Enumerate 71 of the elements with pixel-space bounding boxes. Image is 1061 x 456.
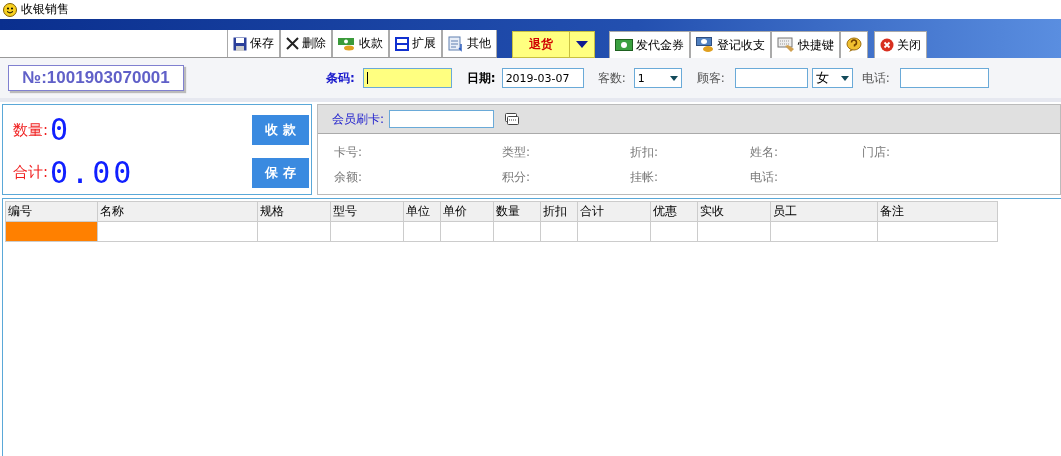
keyboard-icon xyxy=(777,37,795,53)
toolbar-button[interactable]: 保存 xyxy=(227,30,280,57)
column-header: 优惠 xyxy=(650,201,698,222)
member-field-label: 电话: xyxy=(750,169,780,186)
toolbar-button[interactable]: 扩展 xyxy=(389,30,442,57)
caret-icon xyxy=(576,41,588,48)
phone-field[interactable] xyxy=(899,68,989,88)
list-icon xyxy=(395,36,409,51)
window-title: 收银销售 xyxy=(21,1,69,18)
barcode-label: 条码: xyxy=(326,69,355,87)
column-header: 合计 xyxy=(577,201,651,222)
table-cell xyxy=(540,221,578,242)
banknote-icon xyxy=(615,39,633,51)
toolbar-button[interactable]: 其他 xyxy=(442,30,497,57)
close-icon xyxy=(286,37,299,50)
cash-icon xyxy=(338,36,356,51)
order-number: №:1001903070001 xyxy=(8,65,184,91)
member-field-label: 类型: xyxy=(502,144,532,161)
quantity-label: 数量: xyxy=(13,120,49,140)
member-field-label: 折扣: xyxy=(630,144,660,161)
table-cell xyxy=(650,221,698,242)
smiley-icon xyxy=(3,2,17,17)
save-button[interactable]: 保 存 xyxy=(252,157,309,188)
toolbar-button[interactable]: 登记收支 xyxy=(690,31,771,58)
column-header: 单价 xyxy=(440,201,494,222)
gender-select[interactable]: 女 xyxy=(811,68,853,88)
coins-icon xyxy=(696,37,714,53)
table-cell xyxy=(493,221,541,242)
column-header: 规格 xyxy=(257,201,331,222)
guests-select[interactable]: 1 xyxy=(633,68,682,88)
quantity-display: 0 xyxy=(50,115,72,146)
column-header: 数量 xyxy=(493,201,541,222)
member-field-label: 积分: xyxy=(502,169,532,186)
toolbar-button[interactable]: 收款 xyxy=(332,30,389,57)
total-display: 0.00 xyxy=(50,157,135,188)
close-icon xyxy=(880,38,894,52)
toolbar-button[interactable]: 快捷键 xyxy=(771,31,840,58)
customer-label: 顾客: xyxy=(696,69,725,87)
column-header: 名称 xyxy=(97,201,258,222)
document-icon xyxy=(448,35,464,52)
column-header: 实收 xyxy=(697,201,771,222)
date-field[interactable]: 2019-03-07 xyxy=(501,68,584,88)
collect-button[interactable]: 收 款 xyxy=(252,115,309,146)
help-icon xyxy=(846,37,862,53)
total-label: 合计: xyxy=(13,163,49,183)
phone-label: 电话: xyxy=(861,69,890,87)
column-header: 编号 xyxy=(5,201,98,222)
member-field-label: 卡号: xyxy=(334,144,364,161)
member-field-label: 姓名: xyxy=(750,144,780,161)
card-icon xyxy=(505,113,520,125)
barcode-field[interactable] xyxy=(362,68,452,88)
help-button[interactable] xyxy=(840,31,868,58)
table-cell[interactable] xyxy=(5,221,98,242)
member-field-label: 门店: xyxy=(862,144,892,161)
column-header: 折扣 xyxy=(540,201,578,222)
column-header: 型号 xyxy=(330,201,404,222)
table-cell xyxy=(403,221,441,242)
guests-label: 客数: xyxy=(597,69,626,87)
table-cell xyxy=(440,221,494,242)
column-header: 员工 xyxy=(770,201,878,222)
member-field-label: 挂帐: xyxy=(630,169,660,186)
toolbar-button[interactable]: 发代金券 xyxy=(609,31,690,58)
member-field-label: 余额: xyxy=(334,169,364,186)
date-label: 日期: xyxy=(466,69,496,87)
member-card-label: 会员刷卡: xyxy=(332,110,385,128)
column-header: 备注 xyxy=(877,201,998,222)
column-header: 单位 xyxy=(403,201,441,222)
customer-field[interactable] xyxy=(734,68,808,88)
close-button[interactable]: 关闭 xyxy=(874,31,927,58)
member-card-field[interactable] xyxy=(389,110,495,128)
toolbar-button[interactable]: 删除 xyxy=(280,30,332,57)
